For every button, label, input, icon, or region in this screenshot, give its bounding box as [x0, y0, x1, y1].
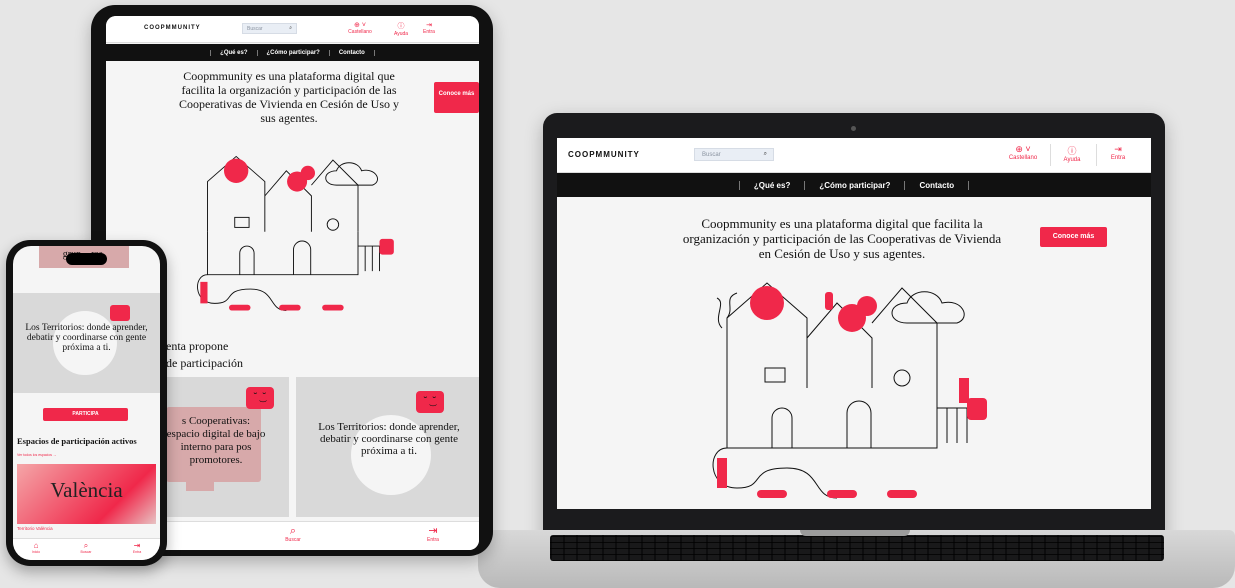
laptop-screen: COOPMMUNITY Buscar ⌕ ⊕ ˅ Castellano ⓘ Ay… — [557, 138, 1151, 509]
search-input[interactable]: Buscar ⌕ — [694, 148, 774, 161]
help-label: Ayuda — [1063, 157, 1081, 163]
tablet-enter-button[interactable]: ⇥ Entra — [418, 21, 440, 35]
phone-card-territorios[interactable]: Los Territorios: donde aprender, debatir… — [13, 293, 160, 393]
search-icon: ⌕ — [763, 151, 767, 157]
conoce-mas-button[interactable]: Conoce más — [1040, 227, 1107, 247]
laptop-keyboard — [550, 535, 1164, 561]
tablet-section-title: enta propone de participación — [166, 338, 243, 372]
tablet-card-cooperativas-bubble-icon: ˘ ͜ ˘ — [246, 387, 274, 409]
phone-screen: grup... res. Los Territorios: donde apre… — [13, 246, 160, 560]
home-icon: ⌂ — [33, 541, 39, 550]
nav-que-es[interactable]: ¿Qué es? — [738, 180, 804, 190]
laptop-trackpad-notch — [800, 530, 910, 536]
tablet-card-territorios[interactable]: Los Territorios: donde aprender, debatir… — [296, 377, 479, 517]
tablet-card-cooperativas-stand — [186, 481, 214, 491]
tablet-logo[interactable]: COOPMMUNITY — [144, 25, 201, 31]
tablet-conoce-mas-button[interactable]: Conoce más — [434, 82, 479, 113]
phone-see-all-link[interactable]: Ver todos los espacios → — [17, 453, 57, 457]
tablet-search-placeholder: Buscar — [247, 26, 263, 32]
login-icon: ⇥ — [1114, 144, 1122, 154]
tablet-nav-como-participar[interactable]: ¿Cómo participar? — [256, 49, 329, 56]
login-icon: ⇥ — [428, 525, 438, 537]
search-icon: ⌕ — [83, 541, 89, 550]
login-icon: ⇥ — [426, 22, 432, 29]
phone-section-title: Espacios de participación activos — [17, 436, 137, 446]
tablet-help-label: Ayuda — [393, 31, 409, 37]
search-icon: ⌕ — [289, 25, 292, 31]
phone-valencia-image[interactable]: València — [17, 464, 156, 524]
phone-bubble-icon — [110, 305, 130, 321]
phone-card-text: Los Territorios: donde aprender, debatir… — [25, 323, 148, 353]
language-label: Castellano — [1008, 155, 1038, 161]
nav-como-participar[interactable]: ¿Cómo participar? — [804, 180, 904, 190]
phone-participa-button[interactable]: PARTICIPA — [43, 408, 128, 421]
phone-nav-entra-label: Entra — [132, 550, 142, 554]
help-button[interactable]: ⓘ Ayuda — [1057, 144, 1087, 163]
tablet-language-label: Castellano — [348, 29, 372, 35]
help-icon: ⓘ — [1067, 146, 1077, 156]
tablet-bottom-search-label: Buscar — [285, 537, 301, 543]
search-placeholder: Buscar — [702, 152, 721, 158]
houses-illustration — [712, 282, 987, 499]
enter-label: Entra — [1110, 155, 1126, 161]
tablet-hero-text: Coopmmunity es una plataforma digital qu… — [178, 69, 399, 125]
phone-image-title: València — [50, 478, 123, 502]
login-icon: ⇥ — [133, 541, 141, 550]
phone-nav-inicio[interactable]: ⌂ Inicio — [25, 541, 47, 554]
phone-image-caption: Territorio València — [17, 526, 53, 531]
tablet-bottom-enter[interactable]: ⇥ Entra — [418, 525, 448, 543]
language-button[interactable]: ⊕ ˅ Castellano — [1002, 144, 1044, 161]
tablet-help-button[interactable]: ⓘ Ayuda — [388, 21, 414, 37]
tablet-main-nav: ¿Qué es? ¿Cómo participar? Contacto — [106, 44, 479, 61]
help-icon: ⓘ — [397, 23, 405, 30]
hero-text: Coopmmunity es una plataforma digital qu… — [682, 216, 1002, 261]
laptop-camera — [851, 126, 856, 131]
search-icon: ⌕ — [289, 525, 297, 537]
main-nav: ¿Qué es? ¿Cómo participar? Contacto — [557, 173, 1151, 197]
phone-nav-buscar[interactable]: ⌕ Buscar — [75, 541, 97, 554]
tablet-houses-illustration — [197, 155, 394, 312]
tablet-bottom-search[interactable]: ⌕ Buscar — [278, 525, 308, 543]
phone-bottom-nav: ⌂ Inicio ⌕ Buscar ⇥ Entra — [13, 538, 160, 560]
phone-nav-buscar-label: Buscar — [80, 550, 92, 554]
tablet-card-territorios-bubble-icon: ˘ ͜ ˘ — [416, 391, 444, 413]
tablet-bottom-enter-label: Entra — [427, 537, 439, 543]
tablet-section-line1: enta propone — [166, 339, 229, 353]
tablet-enter-label: Entra — [423, 29, 435, 35]
phone-nav-inicio-label: Inicio — [31, 550, 41, 554]
phone-dynamic-island — [66, 253, 107, 265]
nav-contacto[interactable]: Contacto — [904, 180, 970, 190]
site-logo[interactable]: COOPMMUNITY — [568, 150, 640, 159]
tablet-search-input[interactable]: Buscar ⌕ — [242, 23, 297, 34]
tablet-section-line2: de participación — [166, 356, 243, 370]
tablet-header: COOPMMUNITY Buscar ⌕ ⊕ ˅ Castellano ⓘ Ay… — [106, 16, 479, 43]
phone-nav-entra[interactable]: ⇥ Entra — [126, 541, 148, 554]
globe-icon: ⊕ ˅ — [1015, 144, 1031, 154]
tablet-nav-contacto[interactable]: Contacto — [328, 49, 375, 56]
site-header: COOPMMUNITY Buscar ⌕ ⊕ ˅ Castellano ⓘ Ay… — [557, 138, 1151, 173]
tablet-nav-que-es[interactable]: ¿Qué es? — [210, 49, 256, 56]
tablet-card-territorios-text: Los Territorios: donde aprender, debatir… — [318, 421, 460, 457]
globe-icon: ⊕ ˅ — [354, 22, 366, 29]
tablet-card-cooperativas-text: s Cooperativas: espacio digital de bajo … — [166, 415, 266, 466]
tablet-language-button[interactable]: ⊕ ˅ Castellano — [343, 21, 377, 35]
enter-button[interactable]: ⇥ Entra — [1105, 144, 1131, 161]
